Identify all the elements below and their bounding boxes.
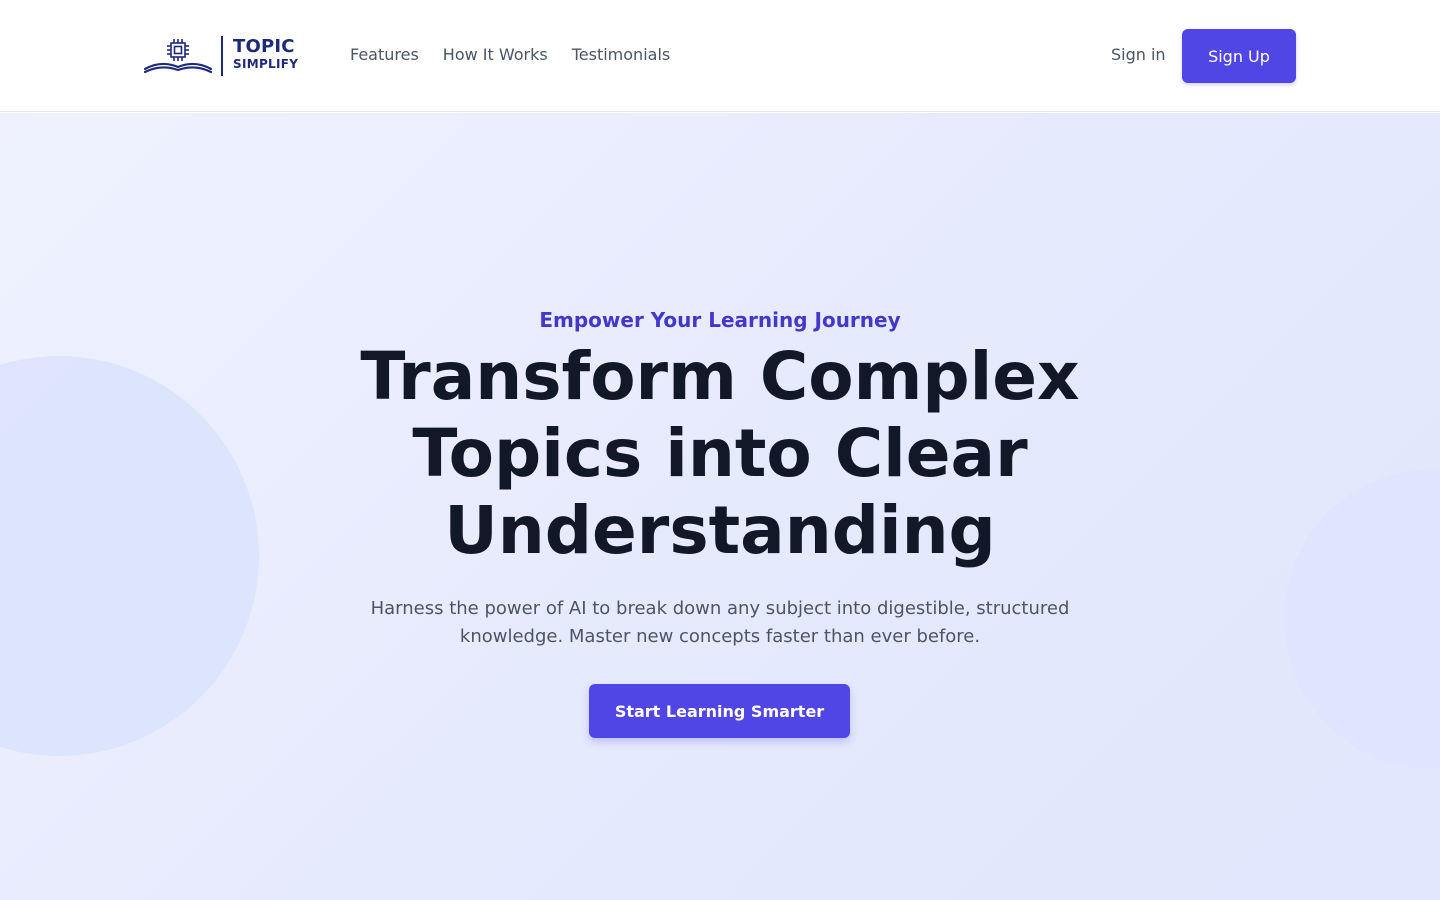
sign-in-link[interactable]: Sign in [1111,44,1166,66]
decorative-circle-right [1284,469,1440,769]
brand-logo[interactable]: TOPIC SIMPLIFY [144,34,299,78]
hero-section: Empower Your Learning Journey Transform … [0,113,1440,900]
start-learning-button[interactable]: Start Learning Smarter [589,684,850,738]
nav-link-how-it-works[interactable]: How It Works [443,44,548,66]
main-nav: Features How It Works Testimonials [350,44,670,66]
decorative-circle-left [0,356,259,756]
logo-divider [221,36,223,76]
brand-wordmark: TOPIC SIMPLIFY [233,36,299,71]
nav-link-testimonials[interactable]: Testimonials [572,44,671,66]
brand-line-2: SIMPLIFY [233,57,299,71]
sign-up-button[interactable]: Sign Up [1182,29,1296,83]
open-book-chip-icon [144,39,213,74]
hero-headline: Transform Complex Topics into Clear Unde… [360,338,1080,569]
nav-link-features[interactable]: Features [350,44,419,66]
brand-line-1: TOPIC [233,36,295,57]
hero-eyebrow: Empower Your Learning Journey [539,308,901,332]
hero-subtext: Harness the power of AI to break down an… [370,598,1070,647]
site-header: TOPIC SIMPLIFY Features How It Works Tes… [0,0,1440,112]
